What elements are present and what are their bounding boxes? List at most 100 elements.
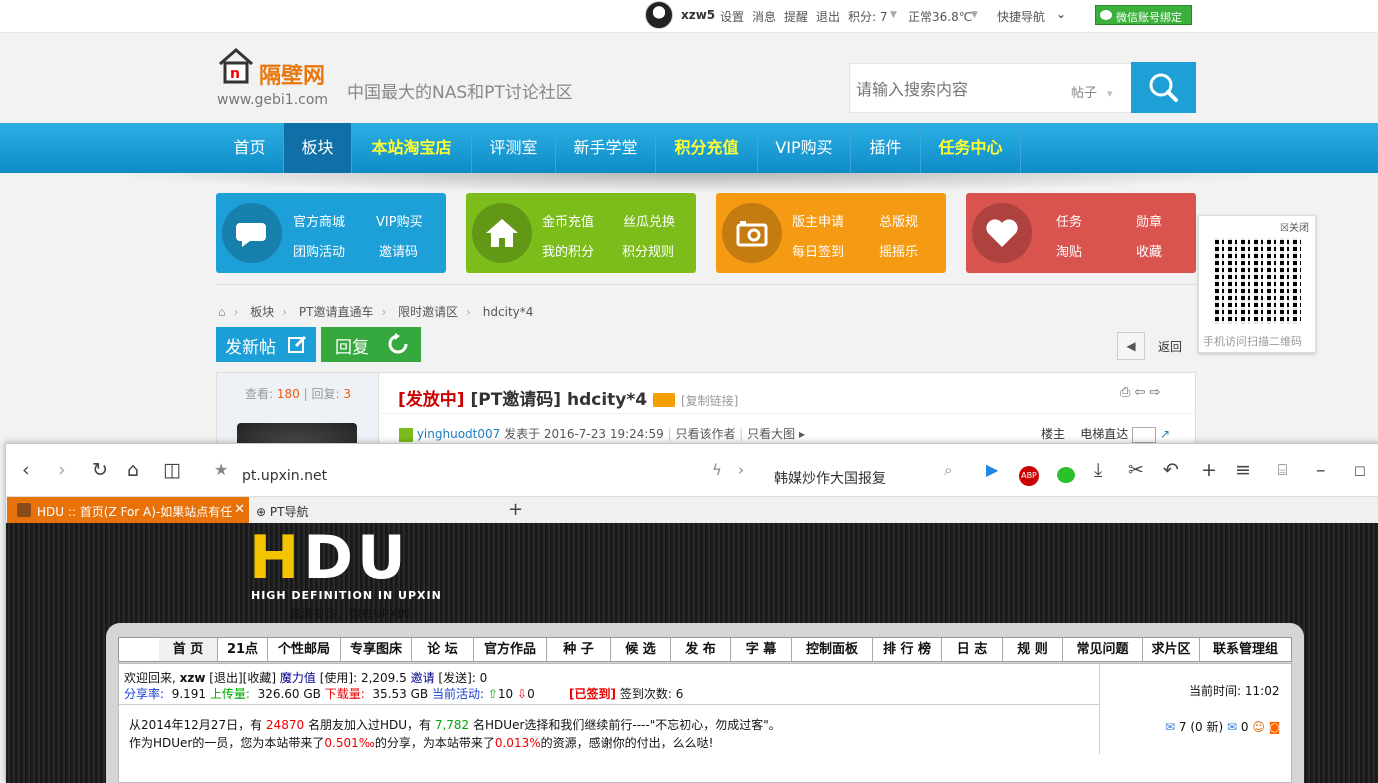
menu-contact[interactable]: 联系管理组 — [1200, 638, 1291, 661]
link-exchange[interactable]: 丝瓜兑换 — [623, 211, 675, 230]
menu-subtitles[interactable]: 字 幕 — [731, 638, 792, 661]
nav-newbie[interactable]: 新手学堂 — [556, 123, 656, 173]
floor-jump-input[interactable] — [1132, 426, 1157, 443]
back-arrow-button[interactable]: ◀ — [1117, 332, 1145, 360]
skin-icon[interactable]: ⌸ — [1278, 460, 1287, 480]
copy-link[interactable]: [复制链接] — [681, 394, 738, 408]
back-icon[interactable]: ‹ — [22, 460, 30, 480]
tab-hdu[interactable]: HDU :: 首页(Z For A)-如果站点有任 ✕ — [7, 497, 249, 524]
reload-icon[interactable]: ↻ — [92, 460, 108, 480]
home-icon[interactable]: ⌂ — [127, 460, 139, 480]
nav-recharge[interactable]: 积分充值 — [656, 123, 758, 173]
nav-forums[interactable]: 板块 — [284, 123, 352, 173]
menu-icon[interactable]: ≡ — [1235, 460, 1251, 480]
lightning-icon[interactable]: ϟ — [712, 460, 722, 480]
bonus-link[interactable]: 魔力值 — [280, 671, 316, 685]
nav-taobao-shop[interactable]: 本站淘宝店 — [352, 123, 472, 173]
link-group-buy[interactable]: 团购活动 — [293, 241, 345, 260]
hdu-logo[interactable]: HDU HIGH DEFINITION IN UPXIN 高清有你，你有UPXI… — [249, 527, 469, 621]
link-medals[interactable]: 勋章 — [1136, 211, 1162, 230]
inbox-count[interactable]: 7 (0 新) — [1179, 720, 1223, 734]
reply-button[interactable]: 回复 — [321, 327, 421, 362]
nav-plugins[interactable]: 插件 — [851, 123, 921, 173]
menu-ranking[interactable]: 排 行 榜 — [873, 638, 942, 661]
link-favorites[interactable]: 收藏 — [1136, 241, 1162, 260]
settings-link[interactable]: 设置 — [720, 8, 744, 25]
breadcrumb-limited-invite[interactable]: 限时邀请区 — [398, 305, 458, 319]
back-link[interactable]: 返回 — [1158, 338, 1182, 355]
play-icon[interactable]: ▶ — [986, 460, 998, 480]
quick-nav-menu[interactable]: 快捷导航 — [997, 8, 1045, 25]
link-taotie[interactable]: 淘贴 — [1056, 241, 1082, 260]
go-icon[interactable]: ↗ — [1160, 427, 1170, 441]
link-coin-recharge[interactable]: 金币充值 — [542, 211, 594, 230]
wechat-bind-button[interactable]: 微信账号绑定 — [1095, 5, 1192, 25]
menu-21[interactable]: 21点 — [218, 638, 268, 661]
adblock-icon[interactable]: ABP — [1019, 466, 1039, 486]
link-rules[interactable]: 总版规 — [879, 211, 918, 230]
new-tab-button[interactable]: + — [508, 499, 523, 520]
search-type-select[interactable]: 帖子 — [1071, 82, 1113, 101]
search-suggestion[interactable]: 韩媒炒作大国报复 — [774, 468, 886, 488]
forward-icon[interactable]: › — [58, 460, 66, 480]
menu-official-works[interactable]: 官方作品 — [474, 638, 547, 661]
home-icon[interactable]: ⌂ — [218, 305, 226, 319]
search-icon[interactable]: ⌕ — [944, 460, 952, 480]
link-points-rules[interactable]: 积分规则 — [622, 241, 674, 260]
messages-link[interactable]: 消息 — [752, 8, 776, 25]
minimize-icon[interactable]: – — [1316, 460, 1326, 480]
username-link[interactable]: xzw5 — [681, 8, 715, 22]
new-post-button[interactable]: 发新帖 — [216, 327, 316, 362]
menu-rules[interactable]: 规 则 — [1003, 638, 1063, 661]
scissors-icon[interactable]: ✂ — [1128, 460, 1144, 480]
menu-candidates[interactable]: 候 选 — [611, 638, 671, 661]
undo-icon[interactable]: ↶ — [1163, 460, 1179, 480]
logout-link[interactable]: 退出 — [816, 8, 840, 25]
link-official-store[interactable]: 官方商城 — [293, 211, 345, 230]
tab-pt-nav[interactable]: ⊕ PT导航 — [256, 503, 308, 520]
menu-log[interactable]: 日 志 — [942, 638, 1003, 661]
star-icon[interactable]: ★ — [214, 460, 228, 480]
menu-faq[interactable]: 常见问题 — [1063, 638, 1143, 661]
only-author-link[interactable]: 只看该作者 — [675, 427, 735, 441]
nav-tasks[interactable]: 任务中心 — [921, 123, 1021, 173]
menu-image-host[interactable]: 专享图床 — [341, 638, 412, 661]
large-image-link[interactable]: 只看大图 — [747, 427, 795, 441]
nav-vip[interactable]: VIP购买 — [758, 123, 851, 173]
temperature-menu[interactable]: 正常36.8℃ — [908, 8, 972, 25]
author-link[interactable]: yinghuodt007 — [417, 427, 500, 441]
menu-mail[interactable]: 个性邮局 — [268, 638, 341, 661]
site-logo[interactable]: n 隔壁网 www.gebi1.com — [217, 46, 337, 110]
close-icon[interactable]: ✕ — [234, 502, 245, 517]
friends-icon[interactable]: ☺ — [1252, 720, 1265, 734]
menu-home[interactable]: 首 页 — [159, 638, 218, 661]
menu-control-panel[interactable]: 控制面板 — [792, 638, 873, 661]
nav-home[interactable]: 首页 — [216, 123, 284, 173]
address-bar[interactable]: pt.upxin.net — [242, 468, 327, 484]
invite-link[interactable]: 邀请 — [411, 671, 435, 685]
rss-icon[interactable]: ◙ — [1269, 720, 1281, 734]
download-icon[interactable]: ⤓ — [1094, 460, 1102, 480]
link-vip-buy[interactable]: VIP购买 — [376, 211, 423, 230]
sent-mail-icon[interactable]: ✉ — [1227, 720, 1237, 734]
signed-in-badge[interactable]: [已签到] — [569, 687, 616, 701]
menu-upload[interactable]: 发 布 — [671, 638, 731, 661]
search-input[interactable] — [856, 78, 1056, 100]
menu-requests[interactable]: 求片区 — [1143, 638, 1200, 661]
link-tasks[interactable]: 任务 — [1056, 211, 1082, 230]
maximize-icon[interactable]: ☐ — [1354, 463, 1366, 483]
menu-torrents[interactable]: 种 子 — [547, 638, 611, 661]
link-moderator-apply[interactable]: 版主申请 — [792, 211, 844, 230]
plus-icon[interactable]: + — [1201, 460, 1217, 480]
favorites-link[interactable]: [收藏] — [243, 671, 276, 685]
user-avatar[interactable] — [645, 1, 673, 29]
reader-icon[interactable]: ◫ — [163, 460, 181, 480]
logout-link[interactable]: [退出] — [209, 671, 242, 685]
search-button[interactable] — [1131, 62, 1196, 113]
points-menu[interactable]: 积分: 7 — [848, 8, 888, 25]
wechat-icon[interactable] — [1057, 467, 1075, 483]
breadcrumb-forums[interactable]: 板块 — [250, 305, 274, 319]
print-icon[interactable]: ⎙ ⇦ ⇨ — [1120, 385, 1160, 400]
mail-icon[interactable]: ✉ — [1165, 720, 1175, 734]
qr-close-button[interactable]: ☒关闭 — [1280, 219, 1309, 234]
